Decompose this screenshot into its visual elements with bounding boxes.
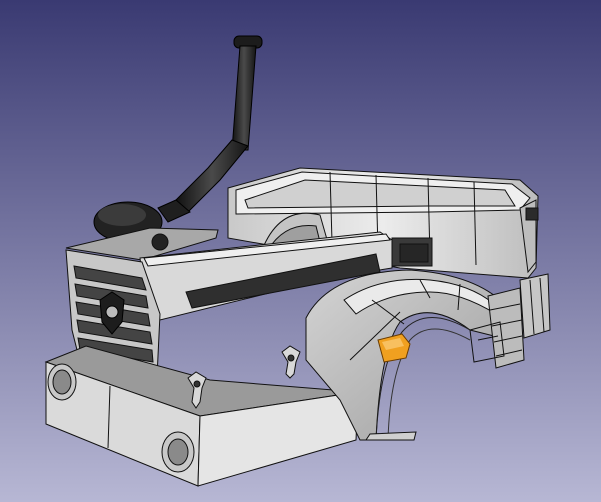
cad-scene[interactable] bbox=[0, 0, 601, 502]
3d-viewport[interactable] bbox=[0, 0, 601, 502]
